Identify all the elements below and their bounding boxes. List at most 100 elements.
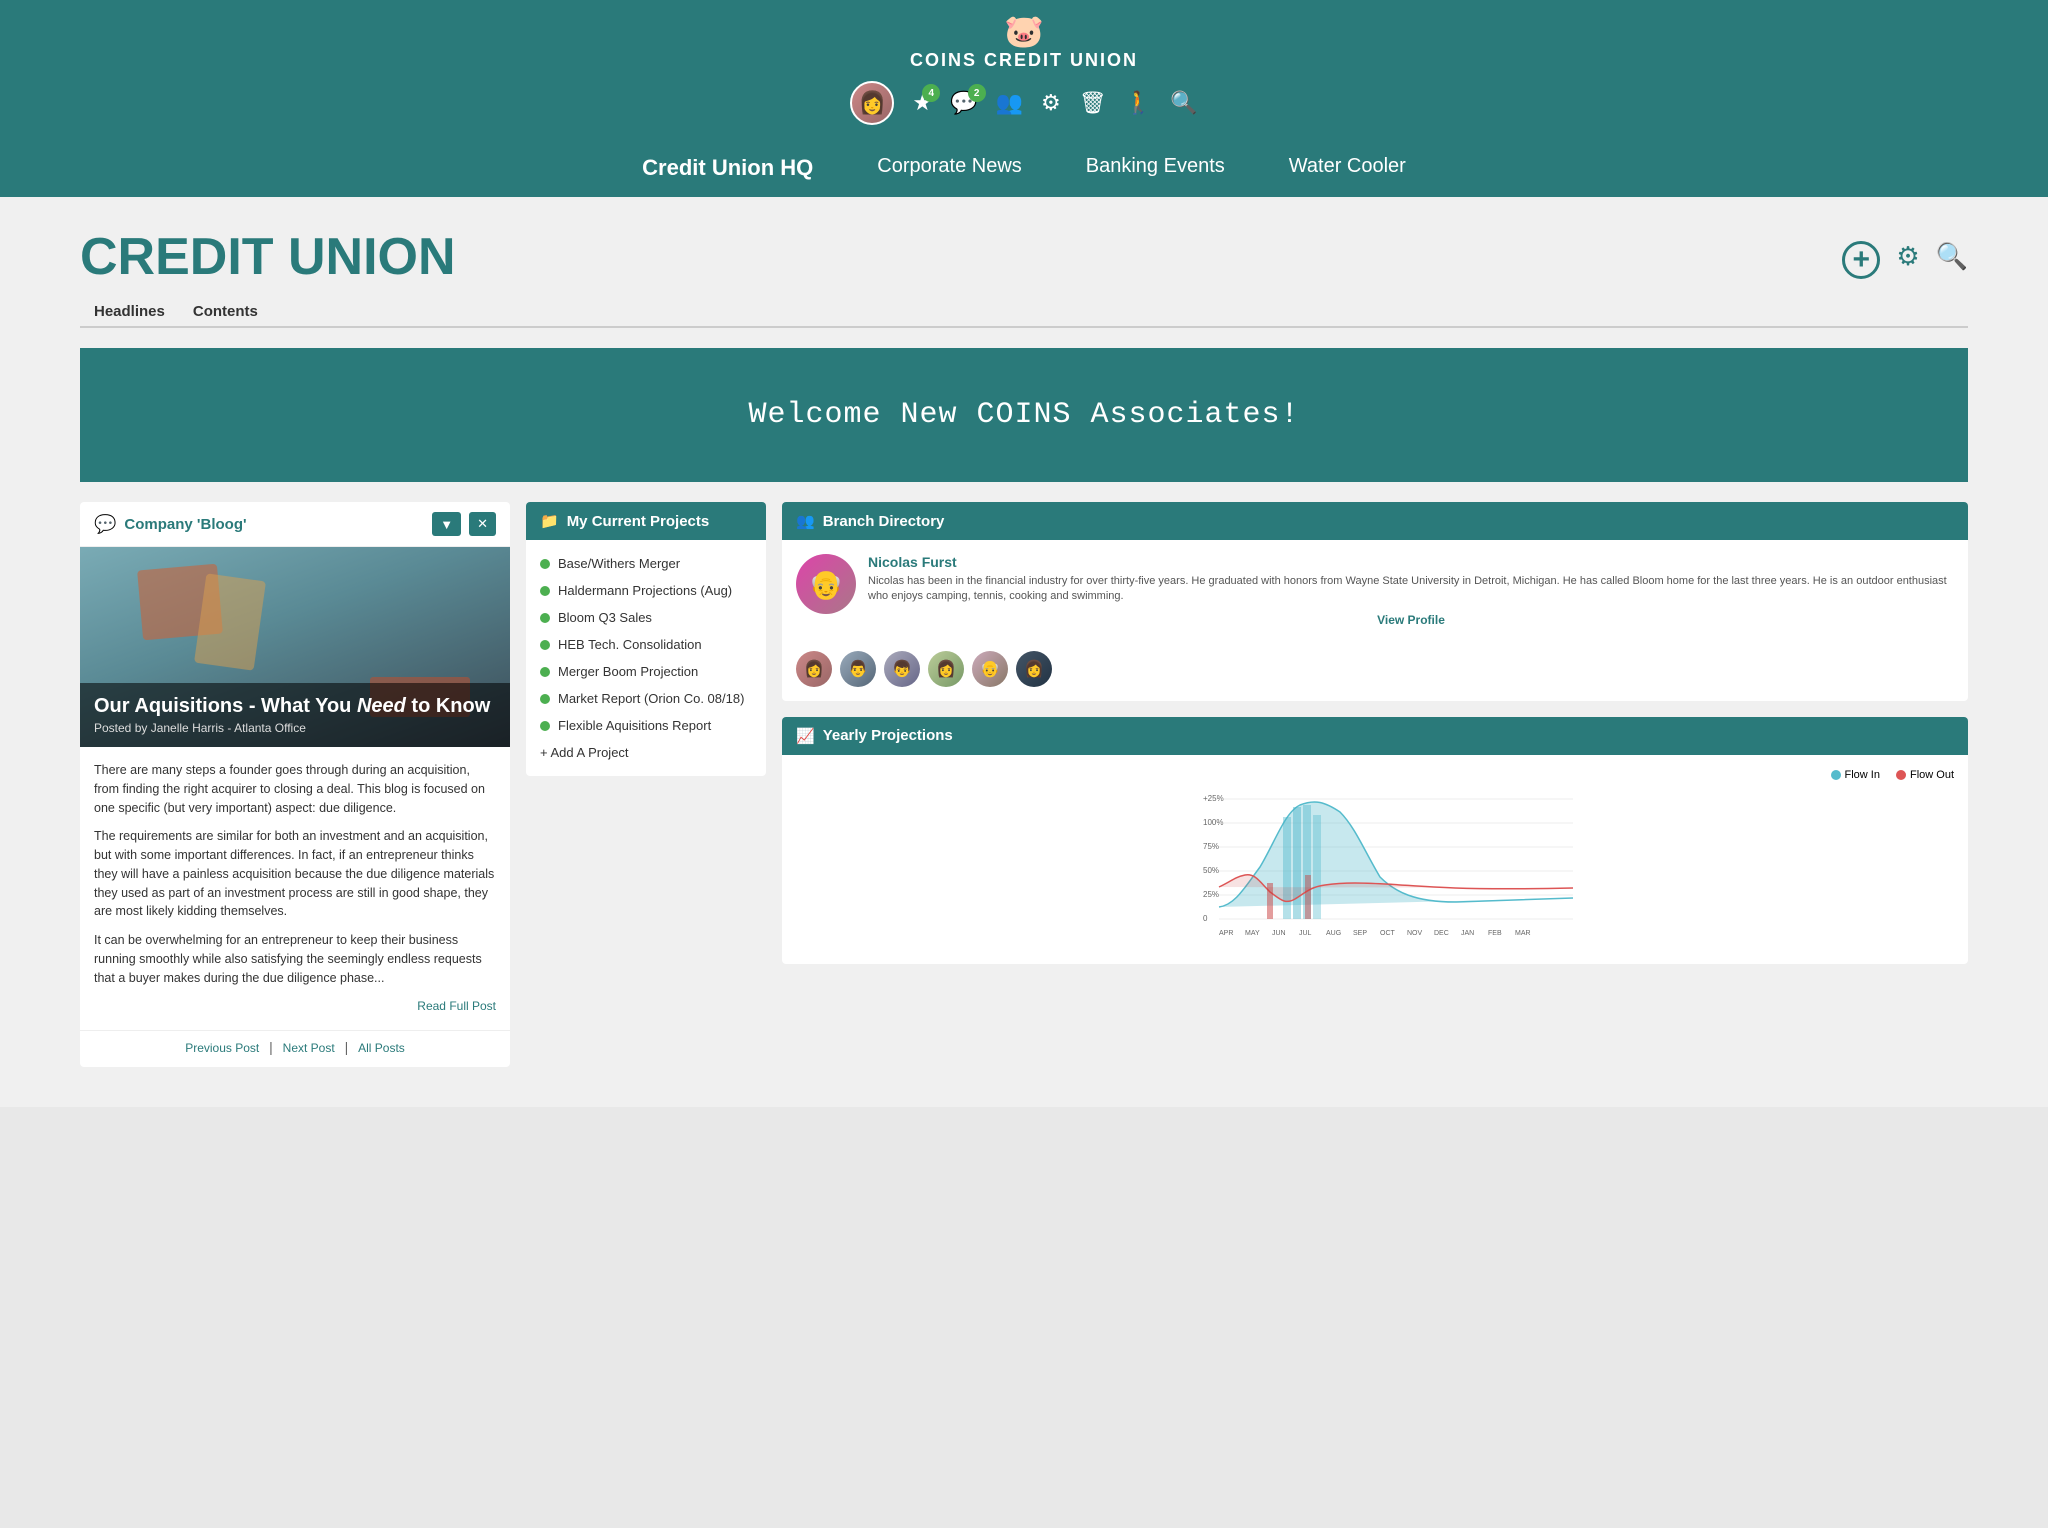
walk-icon[interactable]: 🚶 — [1125, 90, 1152, 116]
dir-avatar-3[interactable]: 👦 — [884, 651, 920, 687]
list-item[interactable]: Merger Boom Projection — [526, 658, 766, 685]
nav-item-banking-events[interactable]: Banking Events — [1054, 139, 1257, 194]
dir-avatar-2[interactable]: 👨 — [840, 651, 876, 687]
blog-para-3: It can be overwhelming for an entreprene… — [94, 931, 496, 987]
chat-icon[interactable]: 💬 2 — [950, 90, 977, 116]
page-title: CREDIT UNION — [80, 227, 456, 287]
nav-item-water-cooler[interactable]: Water Cooler — [1257, 139, 1438, 194]
read-full-post-link[interactable]: Read Full Post — [417, 999, 496, 1013]
list-item[interactable]: Market Report (Orion Co. 08/18) — [526, 685, 766, 712]
add-icon-btn[interactable]: + — [1842, 241, 1880, 279]
legend-blue-dot — [1831, 770, 1841, 780]
search-icon[interactable]: 🔍 — [1170, 90, 1197, 116]
svg-text:DEC: DEC — [1434, 930, 1449, 937]
search-page-icon-btn[interactable]: 🔍 — [1936, 241, 1968, 279]
page-header-actions: + ⚙ 🔍 — [1842, 241, 1968, 287]
all-posts-link[interactable]: All Posts — [358, 1041, 405, 1055]
gear-icon[interactable]: ⚙ — [1041, 90, 1061, 116]
trash-icon[interactable]: 🗑 — [1079, 90, 1107, 116]
chart-header: 📈 Yearly Projections — [782, 717, 1968, 755]
svg-text:APR: APR — [1219, 930, 1233, 937]
projects-column: 📁 My Current Projects Base/Withers Merge… — [526, 502, 766, 776]
svg-text:JUL: JUL — [1299, 930, 1312, 937]
dir-avatar-1[interactable]: 👩 — [796, 651, 832, 687]
project-dot — [540, 613, 550, 623]
nav-item-hq[interactable]: Credit Union HQ — [610, 139, 845, 197]
right-column: 👥 Branch Directory 👴 Nicolas Furst Nicol… — [782, 502, 1968, 964]
directory-header: 👥 Branch Directory — [782, 502, 1968, 540]
svg-text:0: 0 — [1203, 914, 1208, 923]
nav-item-corporate-news[interactable]: Corporate News — [845, 139, 1054, 194]
list-item[interactable]: HEB Tech. Consolidation — [526, 631, 766, 658]
svg-text:JAN: JAN — [1461, 930, 1474, 937]
blog-posted-by: Posted by Janelle Harris - Atlanta Offic… — [94, 721, 496, 735]
dir-avatar-5[interactable]: 👴 — [972, 651, 1008, 687]
project-dot — [540, 559, 550, 569]
svg-text:75%: 75% — [1203, 842, 1219, 851]
dir-avatar-4[interactable]: 👩 — [928, 651, 964, 687]
svg-text:MAR: MAR — [1515, 930, 1531, 937]
svg-text:JUN: JUN — [1272, 930, 1286, 937]
project-name: Merger Boom Projection — [558, 664, 698, 679]
svg-text:AUG: AUG — [1326, 930, 1341, 937]
read-more: Read Full Post — [94, 997, 496, 1016]
users-icon[interactable]: 👥 — [996, 90, 1023, 116]
blog-image: Our Aquisitions - What You Need to Know … — [80, 547, 510, 747]
blog-para-1: There are many steps a founder goes thro… — [94, 761, 496, 817]
project-dot — [540, 694, 550, 704]
pig-icon: 🐷 — [0, 12, 2048, 50]
blog-para-2: The requirements are similar for both an… — [94, 827, 496, 921]
list-item[interactable]: Base/Withers Merger — [526, 550, 766, 577]
next-post-link[interactable]: Next Post — [283, 1041, 335, 1055]
chart-body: Flow In Flow Out +25% 100% 75% 50% 25 — [782, 755, 1968, 964]
svg-text:SEP: SEP — [1353, 930, 1367, 937]
project-name: Bloom Q3 Sales — [558, 610, 652, 625]
blog-title-row: 💬 Company 'Bloog' — [94, 514, 247, 535]
svg-text:MAY: MAY — [1245, 930, 1260, 937]
welcome-banner: Welcome New COINS Associates! — [80, 348, 1968, 482]
projects-list: Base/Withers Merger Haldermann Projectio… — [526, 540, 766, 776]
content-area: 💬 Company 'Bloog' ▼ ✕ Our Aquisitions - … — [80, 502, 1968, 1067]
projects-header: 📁 My Current Projects — [526, 502, 766, 540]
project-dot — [540, 721, 550, 731]
view-profile-link[interactable]: View Profile — [1377, 613, 1445, 627]
blog-body: There are many steps a founder goes thro… — [80, 747, 510, 1030]
legend-out-label: Flow Out — [1910, 769, 1954, 781]
project-name: Haldermann Projections (Aug) — [558, 583, 732, 598]
page-header: CREDIT UNION + ⚙ 🔍 — [80, 197, 1968, 287]
chart-title: Yearly Projections — [823, 727, 953, 744]
project-name: HEB Tech. Consolidation — [558, 637, 702, 652]
avatar-icon[interactable]: 👩 — [850, 81, 894, 125]
legend-flow-in: Flow In — [1831, 769, 1880, 781]
blog-post-title: Our Aquisitions - What You Need to Know — [94, 695, 496, 718]
dir-avatar-6[interactable]: 👩 — [1016, 651, 1052, 687]
add-project-item[interactable]: + Add A Project — [526, 739, 766, 766]
chat-badge: 2 — [968, 84, 986, 102]
prev-post-link[interactable]: Previous Post — [185, 1041, 259, 1055]
directory-avatars: 👩 👨 👦 👩 👴 👩 — [782, 641, 1968, 701]
profile-name: Nicolas Furst — [868, 554, 1954, 570]
delete-btn[interactable]: ✕ — [469, 512, 496, 536]
settings-icon-btn[interactable]: ⚙ — [1896, 241, 1919, 279]
projects-folder-icon: 📁 — [540, 512, 559, 530]
directory-title: Branch Directory — [823, 513, 945, 530]
list-item[interactable]: Flexible Aquisitions Report — [526, 712, 766, 739]
blog-image-overlay: Our Aquisitions - What You Need to Know … — [80, 683, 510, 747]
project-dot — [540, 586, 550, 596]
profile-bio: Nicolas has been in the financial indust… — [868, 574, 1954, 605]
view-profile-container: View Profile — [868, 611, 1954, 627]
star-badge: 4 — [922, 84, 940, 102]
tab-headlines[interactable]: Headlines — [80, 297, 179, 326]
projects-card: 📁 My Current Projects Base/Withers Merge… — [526, 502, 766, 776]
blog-label: Company 'Bloog' — [124, 516, 246, 533]
filter-btn[interactable]: ▼ — [432, 512, 461, 536]
svg-text:50%: 50% — [1203, 866, 1219, 875]
directory-card: 👥 Branch Directory 👴 Nicolas Furst Nicol… — [782, 502, 1968, 701]
tab-contents[interactable]: Contents — [179, 297, 272, 326]
project-name: Flexible Aquisitions Report — [558, 718, 711, 733]
star-icon[interactable]: ★ 4 — [912, 90, 932, 116]
header-icons: 👩 ★ 4 💬 2 👥 ⚙ 🗑 🚶 🔍 — [0, 71, 2048, 139]
list-item[interactable]: Haldermann Projections (Aug) — [526, 577, 766, 604]
list-item[interactable]: Bloom Q3 Sales — [526, 604, 766, 631]
directory-profile: 👴 Nicolas Furst Nicolas has been in the … — [782, 540, 1968, 641]
